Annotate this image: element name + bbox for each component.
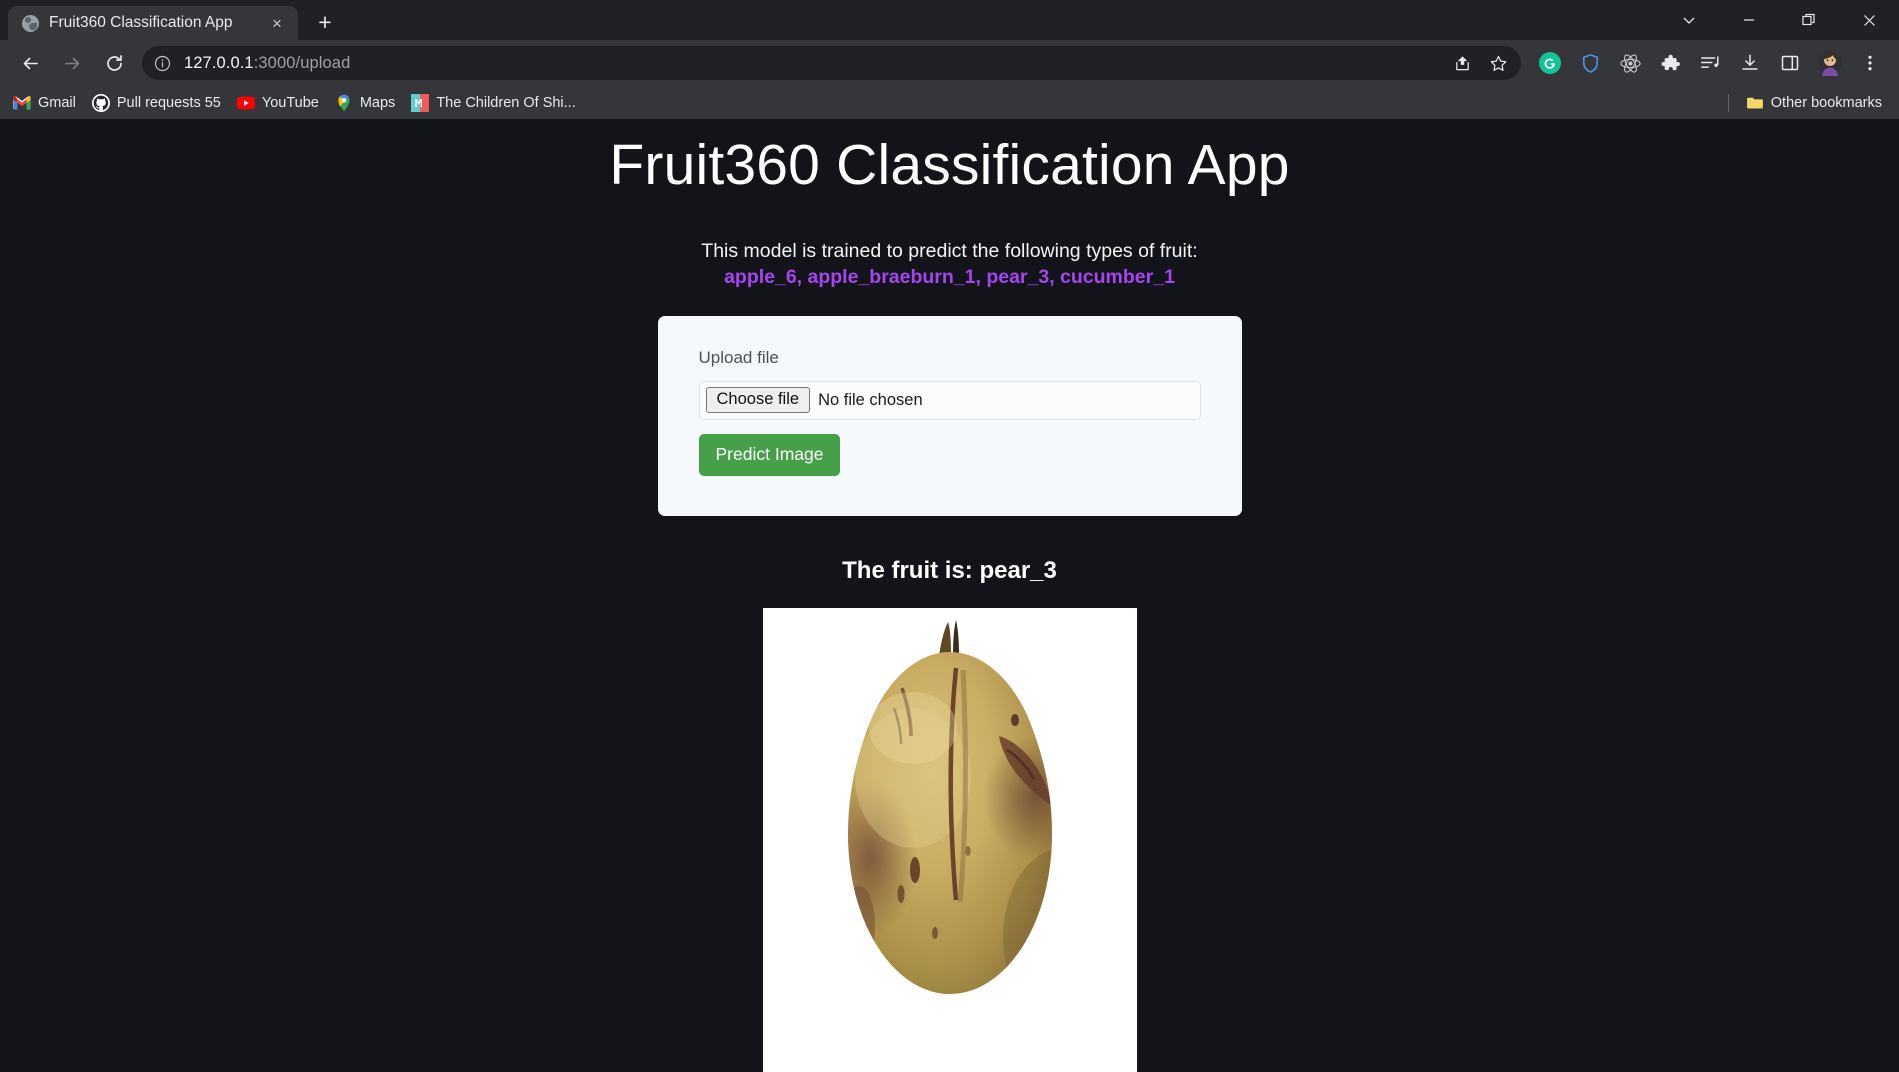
predict-image-button[interactable]: Predict Image <box>698 433 841 476</box>
bookmark-youtube[interactable]: YouTube <box>230 91 328 115</box>
github-icon <box>91 93 110 112</box>
page-subtitle: This model is trained to predict the fol… <box>701 239 1198 262</box>
address-bar[interactable]: 127.0.0.1:3000/upload <box>142 46 1521 80</box>
browser-toolbar: 127.0.0.1:3000/upload <box>0 40 1899 86</box>
bookmarks-divider <box>1727 93 1729 112</box>
bookmark-label: Pull requests 55 <box>116 94 221 111</box>
bookmark-label: YouTube <box>261 94 319 111</box>
bookmark-label: Gmail <box>38 94 76 111</box>
grammarly-icon[interactable] <box>1531 44 1569 82</box>
info-circle-icon[interactable] <box>146 47 178 79</box>
choose-file-button[interactable]: Choose file <box>705 387 811 414</box>
close-window-icon[interactable] <box>1839 0 1899 40</box>
bookmark-gmail[interactable]: Gmail <box>6 91 85 115</box>
react-devtools-icon[interactable] <box>1611 44 1649 82</box>
browser-tab[interactable]: Fruit360 Classification App × <box>8 6 298 40</box>
page-viewport: Fruit360 Classification App This model i… <box>0 119 1899 1072</box>
playlist-music-icon[interactable] <box>1691 44 1729 82</box>
shield-icon[interactable] <box>1571 44 1609 82</box>
fruit-class-list: apple_6, apple_braeburn_1, pear_3, cucum… <box>724 265 1175 288</box>
file-upload-input[interactable]: Choose file No file chosen <box>698 380 1201 420</box>
close-icon[interactable]: × <box>266 12 288 34</box>
browser-window: Fruit360 Classification App × + 127.0.0.… <box>0 0 1899 1072</box>
restore-icon[interactable] <box>1779 0 1839 40</box>
extensions-puzzle-icon[interactable] <box>1651 44 1689 82</box>
url-path: :3000/upload <box>253 53 351 72</box>
gmail-icon <box>13 94 31 112</box>
upload-card: Upload file Choose file No file chosen P… <box>657 315 1242 516</box>
selected-file-name: No file chosen <box>818 390 923 409</box>
star-icon[interactable] <box>1481 46 1515 80</box>
bookmarks-bar: Gmail Pull requests 55 YouTube Maps The <box>0 86 1899 119</box>
new-tab-button[interactable]: + <box>308 5 342 39</box>
url-text: 127.0.0.1:3000/upload <box>178 54 1445 73</box>
tab-title: Fruit360 Classification App <box>49 14 233 31</box>
web-page: Fruit360 Classification App This model i… <box>0 119 1899 1072</box>
google-maps-icon <box>335 94 353 112</box>
globe-icon <box>22 14 39 32</box>
prediction-result: The fruit is: pear_3 <box>842 556 1057 584</box>
folder-icon <box>1746 94 1764 112</box>
bookmark-pull-requests[interactable]: Pull requests 55 <box>85 91 230 115</box>
other-bookmarks-button[interactable]: Other bookmarks <box>1739 91 1891 115</box>
share-icon[interactable] <box>1445 46 1479 80</box>
forward-icon[interactable] <box>52 43 92 83</box>
back-icon[interactable] <box>10 43 50 83</box>
minimize-icon[interactable] <box>1719 0 1779 40</box>
window-controls <box>1659 0 1899 40</box>
youtube-icon <box>236 94 255 112</box>
other-bookmarks-label: Other bookmarks <box>1770 94 1882 111</box>
downloads-icon[interactable] <box>1731 44 1769 82</box>
omnibox-actions <box>1445 46 1515 80</box>
pear-photo <box>762 607 1137 1072</box>
bookmark-the-children-of-shi[interactable]: The Children Of Shi... <box>404 91 584 115</box>
chrome-menu-icon[interactable] <box>1851 44 1889 82</box>
url-host: 127.0.0.1 <box>184 53 254 72</box>
prediction-image <box>762 607 1137 1072</box>
bookmark-maps[interactable]: Maps <box>328 91 404 115</box>
profile-avatar[interactable] <box>1811 44 1849 82</box>
reload-icon[interactable] <box>94 43 134 83</box>
side-panel-icon[interactable] <box>1771 44 1809 82</box>
bookmark-label: Maps <box>359 94 396 111</box>
m-logo-icon <box>411 93 430 112</box>
tab-search-icon[interactable] <box>1659 0 1719 40</box>
tab-strip: Fruit360 Classification App × + <box>0 0 1899 40</box>
bookmark-label: The Children Of Shi... <box>436 94 576 111</box>
page-title: Fruit360 Classification App <box>609 133 1290 197</box>
upload-file-label: Upload file <box>698 347 779 367</box>
